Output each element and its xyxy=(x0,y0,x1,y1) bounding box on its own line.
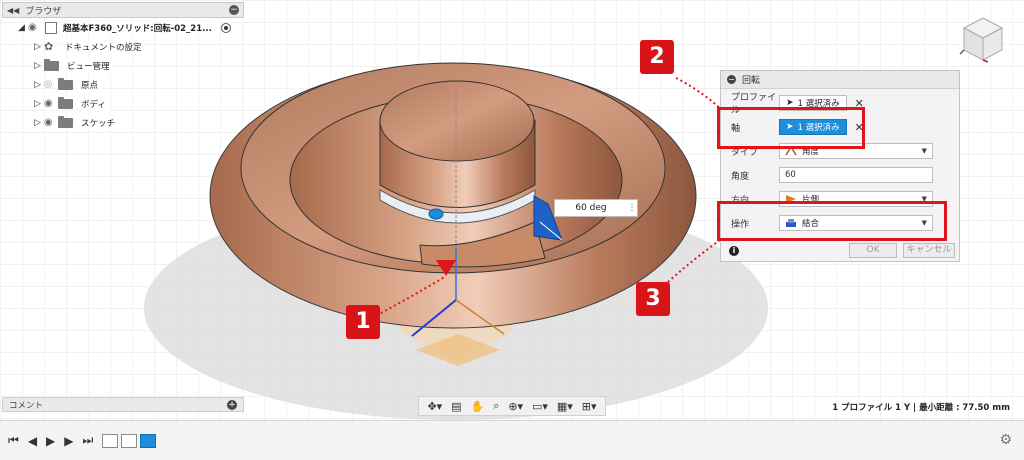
caret-down-icon: ▼ xyxy=(921,147,927,155)
browser-title: ブラウザ xyxy=(25,6,62,17)
angle-row: 角度 60 xyxy=(721,164,961,186)
root-label: 超基本F360_ソリッド:回転-02_21... xyxy=(60,20,215,35)
collapse-icon[interactable]: ◀◀ xyxy=(7,6,19,15)
ok-button[interactable]: OK xyxy=(849,243,897,258)
step-back-icon[interactable]: ◀ xyxy=(28,434,37,448)
minus-icon[interactable]: − xyxy=(229,5,239,15)
viewcube[interactable] xyxy=(958,14,1008,64)
expand-right-icon[interactable]: ▷ xyxy=(34,80,44,90)
zoom-icon[interactable]: ⌕ xyxy=(493,399,499,413)
orbit-icon[interactable]: ✥▾ xyxy=(427,400,442,413)
comments-panel[interactable]: コメント + xyxy=(2,397,244,412)
fit-icon[interactable]: ⊕▾ xyxy=(508,400,523,413)
folder-icon xyxy=(58,96,73,109)
browser-panel: ◀◀ ブラウザ − ◢ ◉ 超基本F360_ソリッド:回転-02_21... ▷… xyxy=(2,2,244,132)
gear-icon: ✿ xyxy=(44,39,54,53)
activate-radio[interactable] xyxy=(220,22,231,33)
step-forward-icon[interactable]: ▶ xyxy=(64,434,73,448)
timeline-revolve-icon[interactable] xyxy=(140,433,157,448)
timeline-sketch-icon[interactable] xyxy=(102,433,119,448)
dialog-header[interactable]: − 回転 xyxy=(721,71,959,89)
display-settings-icon[interactable]: ▭▾ xyxy=(532,400,548,413)
expand-down-icon[interactable]: ◢ xyxy=(18,23,28,33)
tree-item-label: スケッチ xyxy=(78,115,119,130)
tree-item-label: ドキュメントの設定 xyxy=(62,39,145,54)
viewports-icon[interactable]: ⊞▾ xyxy=(582,400,597,413)
go-to-start-icon[interactable]: ⏮ xyxy=(8,433,19,448)
tree-item-view-manager[interactable]: ▷ ビュー管理 xyxy=(18,56,244,75)
axis-highlight xyxy=(717,107,865,149)
browser-header[interactable]: ◀◀ ブラウザ − xyxy=(2,2,244,18)
dialog-footer: i OK キャンセル xyxy=(721,241,961,261)
angle-value: 60 deg xyxy=(575,203,607,213)
look-at-icon[interactable]: ▤ xyxy=(451,400,461,413)
timeline-body-icon[interactable] xyxy=(121,433,138,448)
tree-item-document-settings[interactable]: ▷ ✿ ドキュメントの設定 xyxy=(18,37,244,56)
callout-2: 2 xyxy=(640,40,674,74)
tree-item-bodies[interactable]: ▷ ◉ ボディ xyxy=(18,94,244,113)
tree-item-label: ビュー管理 xyxy=(64,58,113,73)
more-icon[interactable]: ⋮ xyxy=(627,203,637,213)
angle-input[interactable]: 60 xyxy=(779,167,933,183)
tree-item-origin[interactable]: ▷ ◎ 原点 xyxy=(18,75,244,94)
eye-icon[interactable]: ◉ xyxy=(44,98,58,109)
add-comment-icon[interactable]: + xyxy=(227,399,237,410)
folder-icon xyxy=(58,77,73,90)
go-to-end-icon[interactable]: ⏭ xyxy=(83,433,94,448)
operation-highlight xyxy=(717,201,947,241)
browser-tree: ◢ ◉ 超基本F360_ソリッド:回転-02_21... ▷ ✿ ドキュメントの… xyxy=(2,18,244,132)
expand-right-icon[interactable]: ▷ xyxy=(34,99,44,109)
angle-value-box[interactable]: 60 deg ⋮ xyxy=(554,199,638,217)
tree-item-sketches[interactable]: ▷ ◉ スケッチ xyxy=(18,113,244,132)
comments-label: コメント xyxy=(9,400,44,411)
callout-3: 3 xyxy=(636,282,670,316)
eye-off-icon[interactable]: ◎ xyxy=(44,79,58,90)
tree-root[interactable]: ◢ ◉ 超基本F360_ソリッド:回転-02_21... xyxy=(18,18,244,37)
expand-right-icon[interactable]: ▷ xyxy=(34,42,44,52)
status-text: 1 プロファイル 1 Y | 最小距離 : 77.50 mm xyxy=(832,403,1010,413)
tree-item-label: ボディ xyxy=(78,96,109,111)
navigation-toolbar: ✥▾ ▤ ✋ ⌕ ⊕▾ ▭▾ ▦▾ ⊞▾ xyxy=(418,396,606,416)
info-icon[interactable]: i xyxy=(729,246,739,256)
expand-right-icon[interactable]: ▷ xyxy=(34,61,44,71)
folder-icon xyxy=(44,58,59,71)
play-icon[interactable]: ▶ xyxy=(46,434,55,448)
expand-right-icon[interactable]: ▷ xyxy=(34,118,44,128)
document-icon xyxy=(45,21,57,34)
folder-icon xyxy=(58,115,73,128)
settings-gear-icon[interactable]: ⚙ xyxy=(999,432,1012,448)
dialog-title: 回転 xyxy=(742,76,761,86)
minus-icon[interactable]: − xyxy=(727,75,736,84)
tree-item-label: 原点 xyxy=(78,77,102,92)
timeline: ⏮ ◀ ▶ ▶ ⏭ ⚙ xyxy=(0,420,1024,460)
pan-icon[interactable]: ✋ xyxy=(471,400,485,413)
callout-1: 1 xyxy=(346,305,380,339)
eye-icon[interactable]: ◉ xyxy=(44,117,58,128)
angle-label: 角度 xyxy=(731,171,750,182)
grid-settings-icon[interactable]: ▦▾ xyxy=(557,400,573,413)
cancel-button[interactable]: キャンセル xyxy=(903,243,955,258)
eye-icon[interactable]: ◉ xyxy=(28,22,42,33)
